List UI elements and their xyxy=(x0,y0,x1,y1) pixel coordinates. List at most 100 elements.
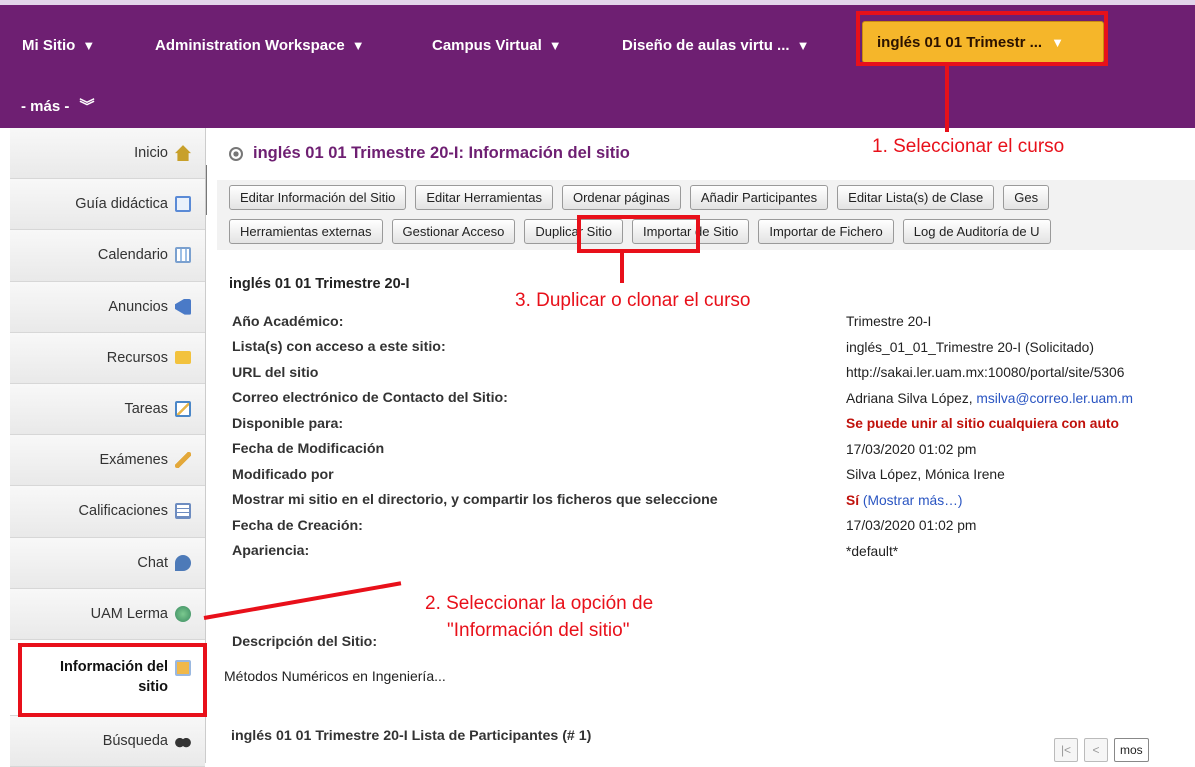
nav-mi-sitio[interactable]: Mi Sitio ▼ xyxy=(22,37,95,54)
annotation-step-2-line2: "Información del sitio" xyxy=(447,620,630,641)
chevron-down-icon: ▼ xyxy=(1051,34,1064,50)
annotation-pointer-3 xyxy=(620,253,624,283)
edit-class-roster-button[interactable]: Editar Lista(s) de Clase xyxy=(837,185,995,210)
annotation-step-1: 1. Seleccionar el curso xyxy=(872,136,1065,157)
home-icon xyxy=(175,145,191,162)
import-from-file-button[interactable]: Importar de Fichero xyxy=(758,219,894,244)
info-key: Disponible para: xyxy=(232,415,344,432)
prev-page-button[interactable]: < xyxy=(1084,738,1108,762)
description-label: Descripción del Sitio: xyxy=(232,634,378,650)
page-title-text: inglés 01 01 Trimestre 20-I: Información… xyxy=(253,144,630,162)
info-key: Apariencia: xyxy=(232,543,310,560)
first-page-button[interactable]: |< xyxy=(1054,738,1078,762)
info-row: Año Académico: Trimestre 20-I xyxy=(232,309,1195,335)
sidebar-item-label: UAM Lerma xyxy=(90,605,168,622)
info-value: 17/03/2020 01:02 pm xyxy=(846,441,977,457)
edit-site-info-button[interactable]: Editar Información del Sitio xyxy=(229,185,407,210)
availability-value: Se puede unir al sitio cualquiera con au… xyxy=(846,416,1119,432)
info-row: Correo electrónico de Contacto del Sitio… xyxy=(232,386,1195,412)
edit-tools-button[interactable]: Editar Herramientas xyxy=(415,185,553,210)
info-row: Apariencia: *default* xyxy=(232,539,1195,565)
nav-more[interactable]: - más - ︾ xyxy=(21,95,95,116)
sidebar-label-line1: Información del xyxy=(60,659,168,676)
info-key: Fecha de Creación: xyxy=(232,517,363,534)
import-from-site-button[interactable]: Importar de Sitio xyxy=(631,219,750,244)
info-key: Modificado por xyxy=(232,466,334,483)
info-value: *default* xyxy=(846,543,899,559)
site-info-table: Año Académico: Trimestre 20-I Lista(s) co… xyxy=(232,309,1195,564)
contact-email-link[interactable]: msilva@correo.ler.uam.m xyxy=(976,391,1133,406)
info-row: Modificado por Silva López, Mónica Irene xyxy=(232,462,1195,488)
tool-menu: Inicio Guía didáctica Calendario Anuncio… xyxy=(10,128,206,767)
sidebar-item-inicio[interactable]: Inicio xyxy=(10,128,205,180)
chevron-down-icon: ▼ xyxy=(351,38,365,53)
sidebar-item-chat[interactable]: Chat xyxy=(10,537,205,589)
sidebar-item-uam-lerma[interactable]: UAM Lerma xyxy=(10,588,205,640)
sidebar-item-label: Calendario xyxy=(97,247,168,264)
nav-diseno-aulas[interactable]: Diseño de aulas virtu ... ▼ xyxy=(622,37,809,54)
nav-label: Mi Sitio xyxy=(22,37,76,54)
nav-administration-workspace[interactable]: Administration Workspace ▼ xyxy=(155,37,365,54)
nav-label: Administration Workspace xyxy=(155,37,345,54)
show-more-link[interactable]: (Mostrar más…) xyxy=(859,493,963,508)
info-key: Correo electrónico de Contacto del Sitio… xyxy=(232,390,508,407)
sidebar-item-informacion-del-sitio[interactable]: Información del sitio xyxy=(10,639,205,716)
info-key: Lista(s) con acceso a este sitio: xyxy=(232,339,446,356)
megaphone-icon xyxy=(175,298,191,315)
info-row: Disponible para: Se puede unir al sitio c… xyxy=(232,411,1195,437)
annotation-step-3: 3. Duplicar o clonar el curso xyxy=(515,290,751,311)
sidebar-label-line2: sitio xyxy=(138,679,168,696)
sidebar-item-examenes[interactable]: Exámenes xyxy=(10,435,205,487)
info-row: Fecha de Creación: 17/03/2020 01:02 pm xyxy=(232,513,1195,539)
edit-icon xyxy=(175,401,191,418)
folder-icon xyxy=(175,351,191,365)
page-title: inglés 01 01 Trimestre 20-I: Información… xyxy=(229,144,630,163)
info-value: inglés_01_01_Trimestre 20-I (Solicitado) xyxy=(846,339,1094,355)
sidebar-item-calendario[interactable]: Calendario xyxy=(10,230,205,282)
nav-label: Campus Virtual xyxy=(432,37,542,54)
info-key: Año Académico: xyxy=(232,313,344,330)
site-info-icon xyxy=(175,659,191,676)
audit-log-button[interactable]: Log de Auditoría de U xyxy=(902,219,1051,244)
external-tools-button[interactable]: Herramientas externas xyxy=(229,219,383,244)
tool-reset-icon[interactable] xyxy=(229,146,243,161)
sidebar-item-label: Anuncios xyxy=(108,298,168,315)
sidebar-item-label: Búsqueda xyxy=(102,732,168,749)
site-info-toolbar: Editar Información del Sitio Editar Herr… xyxy=(217,180,1195,250)
sidebar-item-label: Guía didáctica xyxy=(75,196,168,213)
manage-access-button[interactable]: Gestionar Acceso xyxy=(391,219,516,244)
sidebar-item-label: Tareas xyxy=(124,401,168,418)
sidebar-item-tareas[interactable]: Tareas xyxy=(10,383,205,436)
sidebar-item-label: Recursos xyxy=(106,349,168,366)
toolbar-row-1: Editar Información del Sitio Editar Herr… xyxy=(229,185,1050,210)
add-participants-button[interactable]: Añadir Participantes xyxy=(689,185,829,210)
nav-label: inglés 01 01 Trimestr ... xyxy=(877,33,1043,51)
sidebar-item-label: Exámenes xyxy=(99,452,168,469)
globe-icon xyxy=(175,605,191,622)
contact-name: Adriana Silva López, xyxy=(846,390,977,406)
sidebar-item-recursos[interactable]: Recursos xyxy=(10,332,205,384)
info-value: Adriana Silva López, msilva@correo.ler.u… xyxy=(846,391,1133,406)
nav-current-site[interactable]: inglés 01 01 Trimestr ... ▼ xyxy=(862,21,1104,63)
info-key: URL del sitio xyxy=(232,364,319,381)
info-row: Lista(s) con acceso a este sitio: inglés_… xyxy=(232,335,1195,361)
order-pages-button[interactable]: Ordenar páginas xyxy=(561,185,681,210)
info-row: URL del sitio http://sakai.ler.uam.mx:100… xyxy=(232,360,1195,386)
page-size-select[interactable]: mos xyxy=(1114,738,1149,762)
directory-yes: Sí xyxy=(846,492,860,508)
sidebar-item-busqueda[interactable]: Búsqueda xyxy=(10,715,205,767)
sidebar-item-label: Información del sitio xyxy=(60,657,168,697)
duplicate-site-button[interactable]: Duplicar Sitio xyxy=(524,219,623,244)
info-row: Mostrar mi sitio en el directorio, y com… xyxy=(232,488,1195,514)
info-row: Fecha de Modificación 17/03/2020 01:02 pm xyxy=(232,437,1195,463)
pencil-icon xyxy=(175,452,191,469)
info-value: Sí (Mostrar más…) xyxy=(846,493,963,508)
main-content: inglés 01 01 Trimestre 20-I: Información… xyxy=(207,128,1195,763)
calendar-icon xyxy=(175,247,191,264)
sidebar-item-guia[interactable]: Guía didáctica xyxy=(10,179,205,231)
sidebar-item-calificaciones[interactable]: Calificaciones xyxy=(10,486,205,538)
top-navigation: Mi Sitio ▼ Administration Workspace ▼ Camp… xyxy=(0,0,1195,128)
nav-campus-virtual[interactable]: Campus Virtual ▼ xyxy=(432,37,562,54)
manage-groups-button[interactable]: Ges xyxy=(1003,185,1050,210)
sidebar-item-anuncios[interactable]: Anuncios xyxy=(10,281,205,333)
